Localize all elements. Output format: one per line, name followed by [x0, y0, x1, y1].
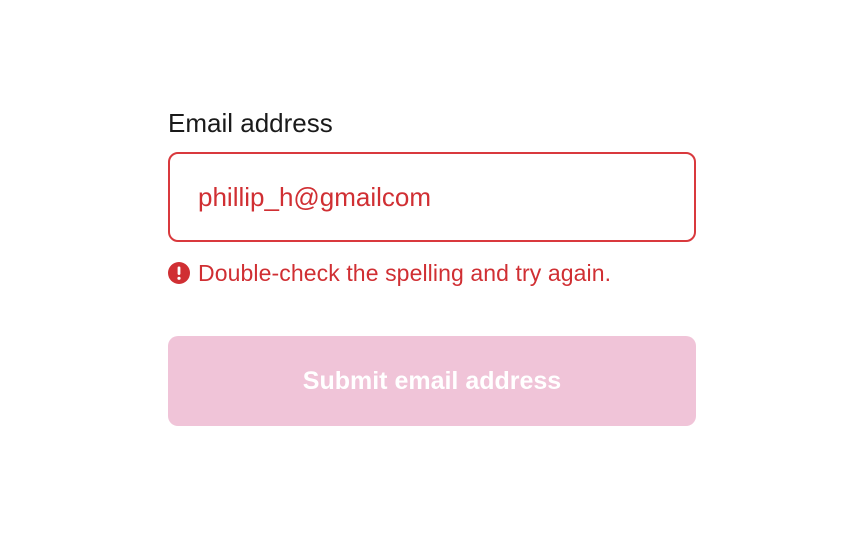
email-label: Email address [168, 108, 333, 138]
email-form: Email address Double-check the spelling … [168, 106, 696, 426]
submit-email-button[interactable]: Submit email address [168, 336, 696, 426]
email-field[interactable] [168, 152, 696, 242]
error-text: Double-check the spelling and try again. [198, 259, 612, 286]
exclamation-circle-icon [168, 262, 190, 284]
error-message: Double-check the spelling and try again. [168, 258, 696, 288]
